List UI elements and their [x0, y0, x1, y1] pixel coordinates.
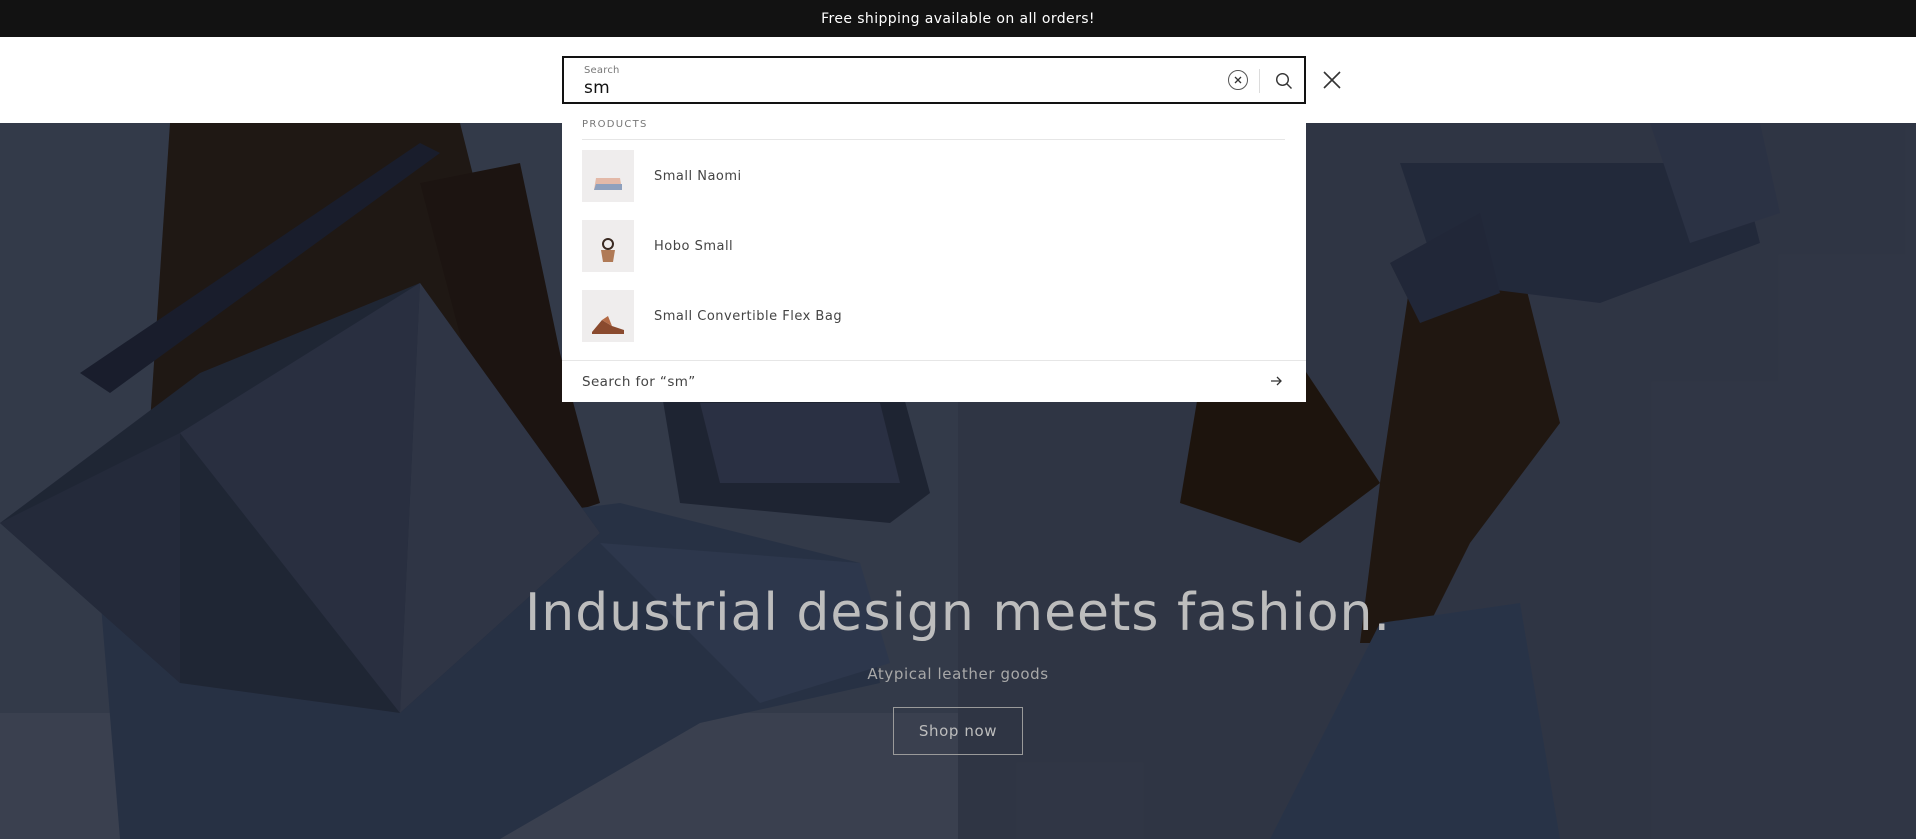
search-divider — [1259, 69, 1260, 93]
product-thumbnail — [582, 220, 634, 272]
products-heading: PRODUCTS — [582, 119, 648, 130]
search-submit-button[interactable] — [1269, 66, 1299, 96]
search-for-query-link[interactable]: Search for “sm” — [562, 360, 1306, 402]
shop-now-button[interactable]: Shop now — [893, 707, 1023, 755]
product-thumbnail — [582, 290, 634, 342]
products-divider — [582, 139, 1285, 140]
close-search-button[interactable] — [1318, 66, 1346, 94]
search-input[interactable]: sm — [584, 78, 610, 98]
close-icon — [1323, 71, 1341, 89]
clear-search-button[interactable] — [1228, 70, 1248, 90]
product-name: Hobo Small — [654, 238, 734, 254]
product-name: Small Convertible Flex Bag — [654, 308, 843, 324]
announcement-text: Free shipping available on all orders! — [821, 10, 1095, 27]
product-thumbnail — [582, 150, 634, 202]
arrow-right-icon — [1271, 376, 1282, 386]
announcement-bar: Free shipping available on all orders! — [0, 0, 1916, 37]
clear-circle-icon — [1234, 76, 1242, 84]
hero-subtitle: Atypical leather goods — [867, 665, 1049, 683]
product-name: Small Naomi — [654, 168, 742, 184]
search-label: Search — [584, 65, 620, 76]
hero-title: Industrial design meets fashion. — [524, 583, 1392, 643]
hero-content: Industrial design meets fashion. Atypica… — [0, 583, 1916, 755]
search-icon — [1275, 72, 1292, 89]
product-result-item[interactable]: Small Convertible Flex Bag — [582, 290, 1262, 342]
product-result-item[interactable]: Small Naomi — [582, 150, 1262, 202]
product-result-item[interactable]: Hobo Small — [582, 220, 1262, 272]
search-field[interactable]: Search sm — [562, 56, 1306, 104]
predictive-search-results: PRODUCTS Small Naomi Hobo Small Small Co… — [562, 106, 1306, 402]
search-for-query-text: Search for “sm” — [582, 373, 696, 390]
